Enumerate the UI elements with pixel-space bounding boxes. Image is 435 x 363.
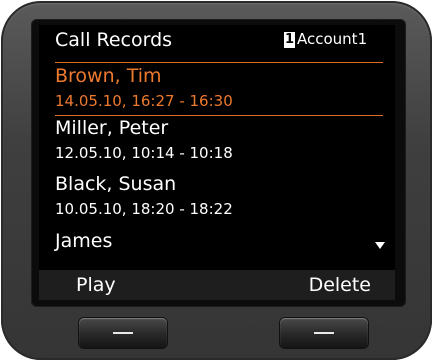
record-name[interactable]: Miller, Peter	[55, 116, 168, 140]
record-name[interactable]: James	[55, 229, 112, 253]
display-screen: Call Records 1 Account1 Brown, Tim 14.05…	[39, 25, 395, 300]
left-softkey-button[interactable]	[79, 318, 167, 348]
scroll-down-arrow-icon	[375, 242, 385, 249]
selection-top-border	[55, 62, 383, 63]
page-title: Call Records	[55, 29, 173, 51]
play-softkey-label[interactable]: Play	[76, 272, 116, 298]
record-time[interactable]: 12.05.10, 10:14 - 10:18	[55, 143, 233, 163]
record-name[interactable]: Black, Susan	[55, 172, 176, 196]
account-name: Account1	[297, 30, 368, 48]
softkey-line-icon	[113, 332, 133, 334]
right-softkey-button[interactable]	[280, 318, 368, 348]
account-indicator: 1 Account1	[284, 31, 367, 48]
softkey-line-icon	[314, 332, 334, 334]
account-number-badge: 1	[284, 31, 295, 48]
record-time-selected[interactable]: 14.05.10, 16:27 - 16:30	[55, 91, 233, 111]
record-name-selected[interactable]: Brown, Tim	[55, 64, 162, 88]
record-time[interactable]: 10.05.10, 18:20 - 18:22	[55, 199, 233, 219]
softkey-bar: Play Delete	[39, 270, 395, 300]
delete-softkey-label[interactable]: Delete	[309, 272, 371, 298]
